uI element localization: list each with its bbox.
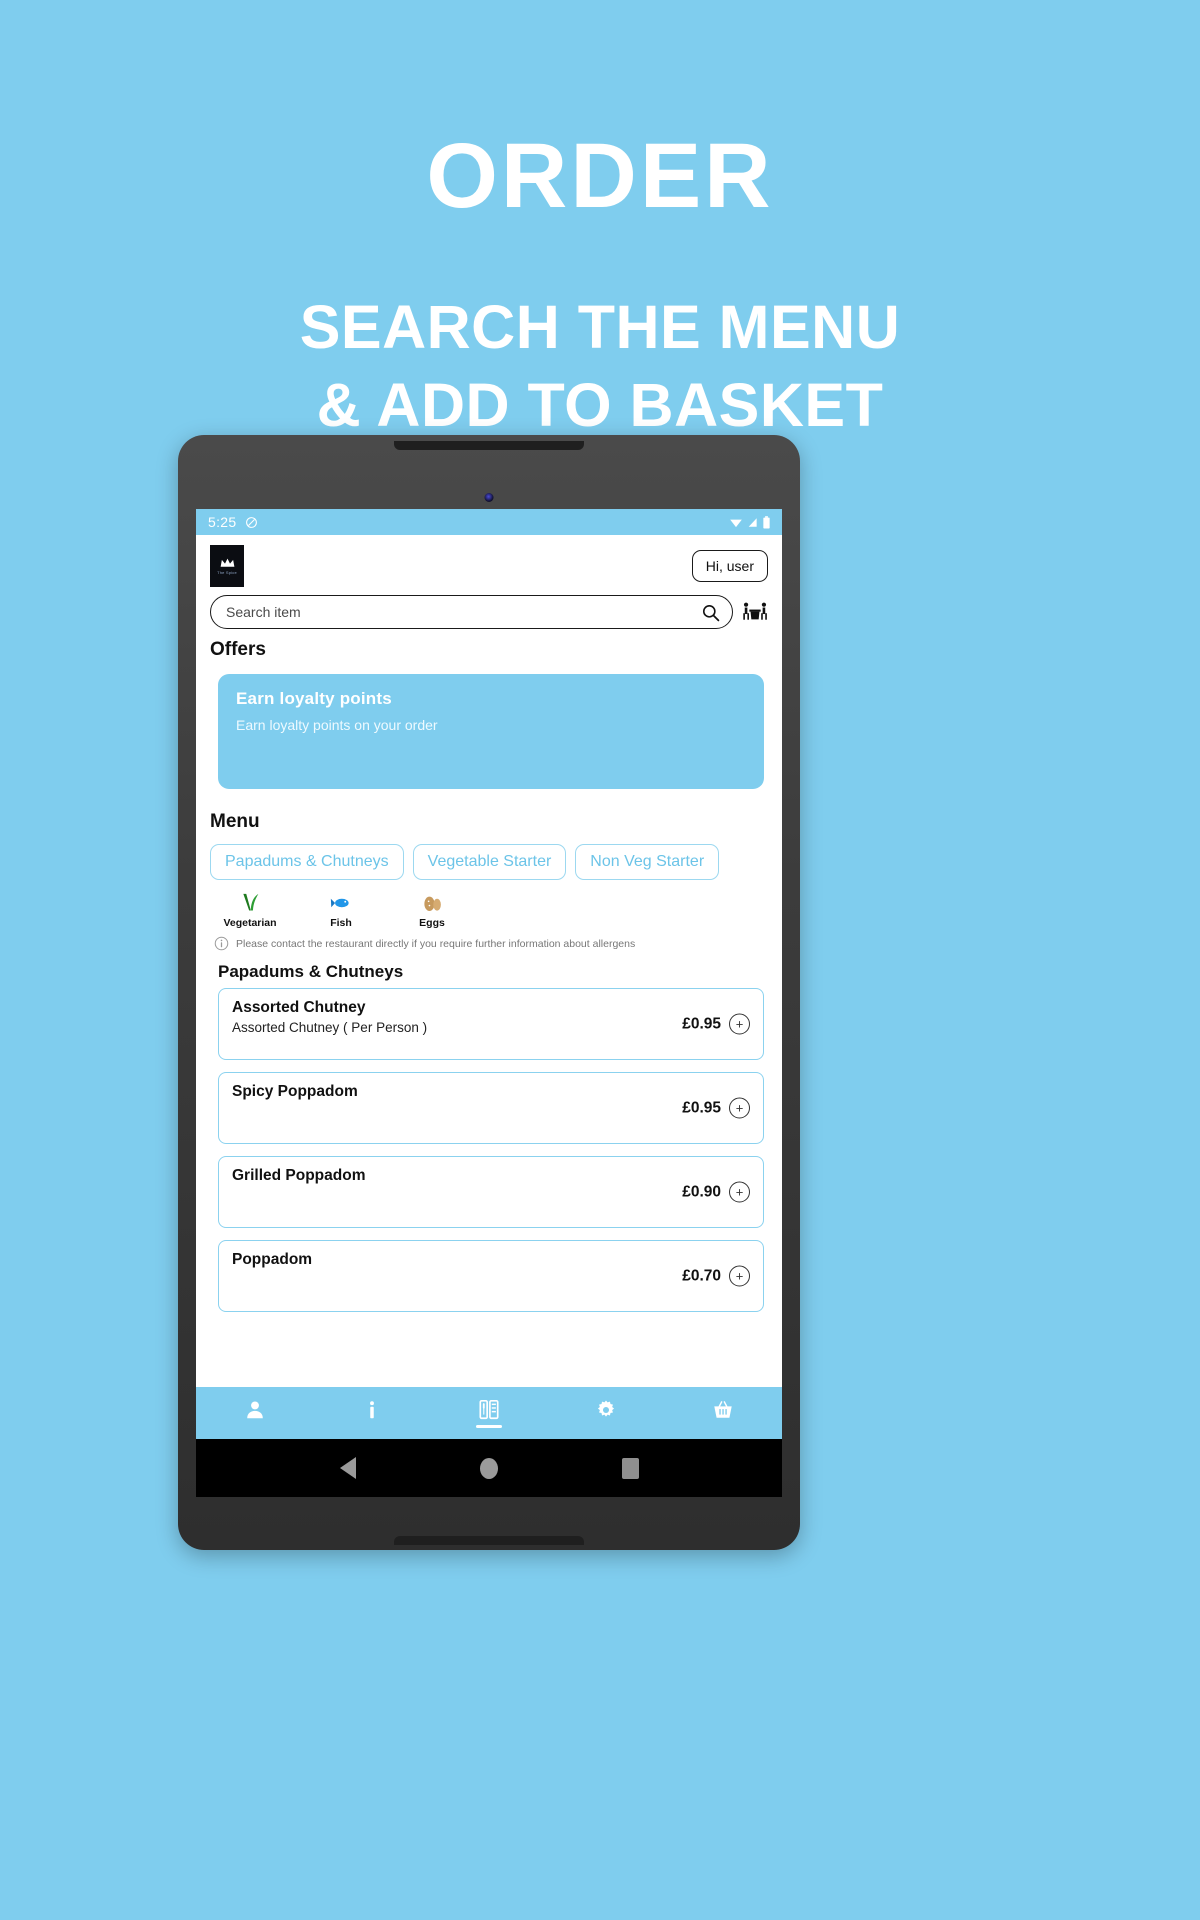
category-tabs: Papadums & Chutneys Vegetable Starter No… (196, 833, 782, 880)
home-circle-icon[interactable] (479, 1457, 498, 1479)
promo-subtitle-line2: & ADD TO BASKET (316, 371, 884, 440)
search-box[interactable] (210, 595, 733, 629)
bottom-navigation (196, 1387, 782, 1439)
leaf-icon (243, 893, 259, 911)
menu-section-title: Menu (210, 811, 260, 832)
offers-section-title: Offers (210, 639, 266, 660)
nav-item-basket[interactable] (665, 1387, 782, 1439)
menu-item-price: £0.95 (682, 1099, 721, 1116)
battery-icon (763, 515, 770, 528)
status-bar: 5:25 (196, 509, 782, 535)
menu-item-card[interactable]: Spicy Poppadom £0.95 + (218, 1072, 764, 1144)
search-row (196, 593, 782, 637)
info-icon (214, 936, 229, 951)
menu-item-price: £0.70 (682, 1267, 721, 1284)
device-top-speaker (394, 441, 584, 450)
android-navigation-bar (196, 1439, 782, 1497)
menu-item-description: Assorted Chutney ( Per Person ) (232, 1020, 428, 1035)
menu-item-price: £0.95 (682, 1015, 721, 1032)
legend-item-eggs: Eggs (404, 892, 460, 929)
egg-icon (424, 896, 441, 912)
status-bar-left: 5:25 (208, 514, 258, 530)
add-item-button[interactable]: + (729, 1265, 750, 1287)
promo-banner: ORDER SEARCH THE MENU & ADD TO BASKET (0, 0, 1200, 444)
add-item-button[interactable]: + (729, 1181, 750, 1203)
menu-item-card[interactable]: Assorted Chutney Assorted Chutney ( Per … (218, 988, 764, 1060)
menu-item-actions: £0.95 + (682, 1097, 750, 1119)
nav-active-indicator (476, 1424, 502, 1428)
offer-title: Earn loyalty points (236, 689, 392, 708)
info-letter-icon (369, 1400, 374, 1418)
legend-label-vegetarian: Vegetarian (223, 917, 277, 929)
category-tab-vegetable-starter[interactable]: Vegetable Starter (412, 844, 567, 880)
nav-item-info[interactable] (313, 1387, 430, 1439)
signal-icon (748, 517, 757, 527)
status-time: 5:25 (208, 514, 237, 530)
greeting-button[interactable]: Hi, user (691, 550, 768, 582)
menu-item-name: Poppadom (232, 1251, 313, 1268)
add-item-button[interactable]: + (729, 1097, 750, 1119)
tablet-device-frame: 5:25 The Spice Hi, user Search item Offe… (178, 435, 800, 1550)
promo-screenshot: ORDER SEARCH THE MENU & ADD TO BASKET 5:… (0, 0, 1200, 1920)
category-tab-non-veg-starter[interactable]: Non Veg Starter (575, 844, 720, 880)
allergen-note: Please contact the restaurant directly i… (236, 937, 636, 950)
legend-item-fish: Fish (313, 892, 369, 929)
menu-item-name: Grilled Poppadom (232, 1167, 366, 1184)
status-bar-right (729, 515, 770, 529)
menu-item-actions: £0.95 + (682, 1013, 750, 1035)
menu-item-name: Assorted Chutney (232, 999, 366, 1016)
gear-icon (598, 1399, 615, 1417)
fish-icon (330, 898, 349, 908)
menu-item-price: £0.90 (682, 1183, 721, 1200)
legend-label-fish: Fish (330, 917, 352, 929)
search-icon[interactable] (701, 603, 720, 622)
device-screen: 5:25 The Spice Hi, user Search item Offe… (196, 509, 782, 1439)
current-category-title: Papadums & Chutneys (218, 962, 404, 981)
app-header: The Spice Hi, user (196, 535, 782, 593)
menu-board-icon (479, 1399, 499, 1419)
category-tab-papadums[interactable]: Papadums & Chutneys (210, 844, 404, 880)
table-booking-icon[interactable] (742, 599, 768, 625)
search-input[interactable] (226, 604, 701, 620)
legend-label-eggs: Eggs (419, 917, 445, 929)
back-triangle-icon[interactable] (339, 1457, 356, 1479)
menu-item-name: Spicy Poppadom (232, 1083, 358, 1100)
promo-subtitle: SEARCH THE MENU & ADD TO BASKET (0, 288, 1200, 444)
nav-item-account[interactable] (196, 1387, 313, 1439)
menu-item-card[interactable]: Poppadom £0.70 + (218, 1240, 764, 1312)
promo-title: ORDER (426, 125, 774, 227)
nav-item-menu[interactable] (430, 1387, 547, 1439)
nav-item-settings[interactable] (548, 1387, 665, 1439)
offer-description: Earn loyalty points on your order (236, 717, 438, 733)
legend-item-vegetarian: Vegetarian (222, 892, 278, 929)
person-icon (246, 1400, 263, 1418)
menu-item-card[interactable]: Grilled Poppadom £0.90 + (218, 1156, 764, 1228)
allergen-note-row: Please contact the restaurant directly i… (196, 929, 782, 951)
add-item-button[interactable]: + (729, 1013, 750, 1035)
restaurant-logo[interactable]: The Spice (210, 545, 244, 587)
device-bottom-speaker (394, 1536, 584, 1545)
do-not-disturb-icon (246, 516, 258, 528)
crown-icon (220, 558, 234, 567)
menu-item-actions: £0.70 + (682, 1265, 750, 1287)
wifi-icon (730, 519, 742, 527)
front-camera-icon (484, 493, 494, 502)
basket-icon (714, 1400, 733, 1418)
offer-card[interactable]: Earn loyalty points Earn loyalty points … (218, 674, 764, 789)
logo-caption: The Spice (217, 569, 237, 575)
dietary-legend: Vegetarian Fish Eggs (196, 880, 782, 929)
menu-item-actions: £0.90 + (682, 1181, 750, 1203)
recents-square-icon[interactable] (621, 1457, 639, 1479)
promo-subtitle-line1: SEARCH THE MENU (299, 293, 901, 361)
menu-item-list: Assorted Chutney Assorted Chutney ( Per … (196, 982, 782, 1312)
